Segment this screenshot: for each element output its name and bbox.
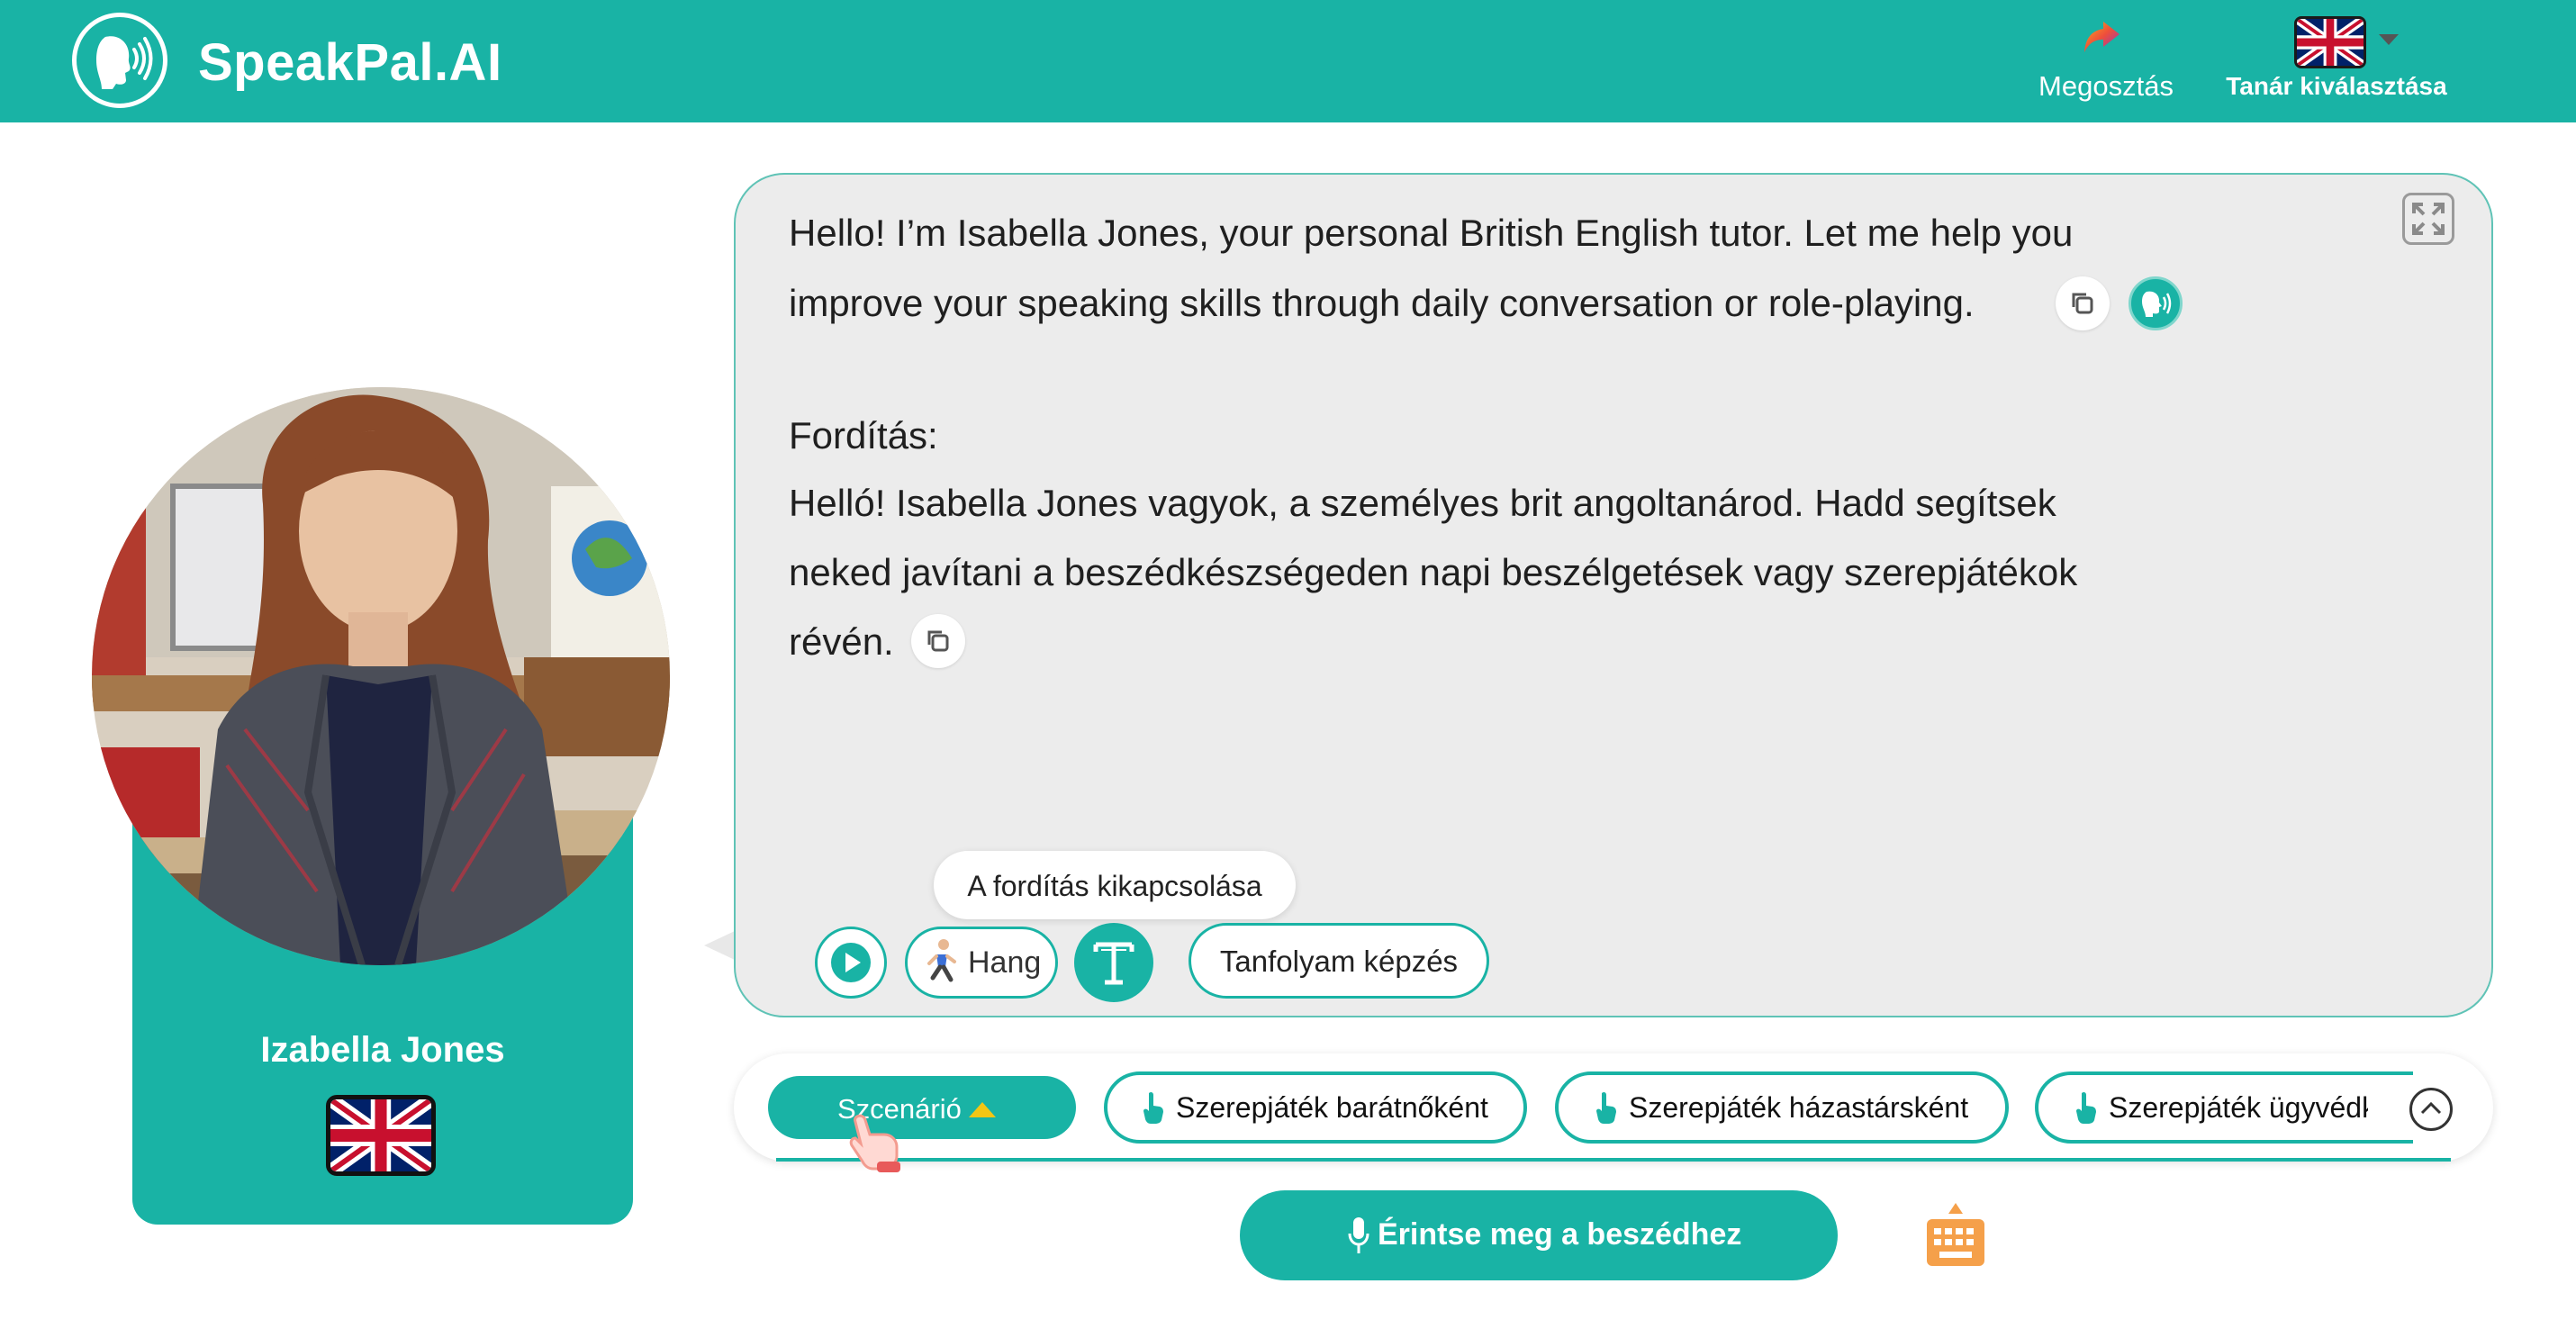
tap-hand-icon [1595, 1089, 1618, 1126]
play-button[interactable] [815, 927, 887, 999]
course-training-label: Tanfolyam képzés [1219, 945, 1459, 978]
message-original-line: Hello! I’m Isabella Jones, your personal… [789, 212, 2074, 254]
speak-aloud-icon[interactable] [2129, 276, 2183, 330]
expand-icon[interactable] [2402, 193, 2454, 245]
microphone-icon [1347, 1216, 1370, 1255]
translate-toggle-button[interactable] [1074, 923, 1153, 1002]
scenario-scroll-track [776, 1158, 2451, 1162]
scenario-chip-label: Szerepjáték ügyvédként [2109, 1091, 2368, 1124]
app-title: SpeakPal.AI [198, 33, 502, 92]
chevron-up-icon[interactable] [2409, 1088, 2453, 1131]
translation-heading: Fordítás: [789, 414, 938, 457]
message-translation-line: neked javítani a beszédkészségeden napi … [789, 551, 2078, 593]
message-original-line: improve your speaking skills through dai… [789, 282, 1975, 324]
translate-tooltip-text: A fordítás kikapcsolása [967, 870, 1262, 902]
caret-up-icon [969, 1102, 996, 1117]
tutor-avatar [92, 387, 670, 965]
pointing-hand-icon [845, 1111, 909, 1174]
keyboard-icon[interactable] [1923, 1201, 1988, 1270]
tutor-name: Izabella Jones [260, 1030, 505, 1070]
share-button[interactable]: Megosztás [2029, 70, 2183, 103]
teacher-select-button[interactable]: Tanár kiválasztása [2224, 72, 2449, 101]
voice-label: Hang [968, 945, 1042, 980]
tap-to-speak-label: Érintse meg a beszédhez [1378, 1217, 1742, 1252]
uk-flag-icon[interactable] [2294, 16, 2366, 68]
copy-icon[interactable] [2056, 276, 2110, 330]
speaking-head-logo-icon [72, 13, 167, 108]
uk-flag-icon [326, 1095, 436, 1176]
message-translation-line: révén. [789, 620, 894, 663]
chevron-down-icon[interactable] [2379, 34, 2399, 45]
tap-hand-icon [1142, 1089, 1165, 1126]
runner-icon [924, 936, 960, 987]
scenario-chip-label: Szerepjáték barátnőként [1176, 1091, 1488, 1124]
share-icon[interactable] [2082, 18, 2121, 58]
copy-icon[interactable] [911, 614, 965, 668]
scenario-chip-label: Szerepjáték házastársként [1629, 1091, 1969, 1124]
tap-hand-icon [2074, 1089, 2098, 1126]
bubble-tail [704, 931, 735, 960]
message-translation-line: Helló! Isabella Jones vagyok, a személye… [789, 482, 2056, 524]
